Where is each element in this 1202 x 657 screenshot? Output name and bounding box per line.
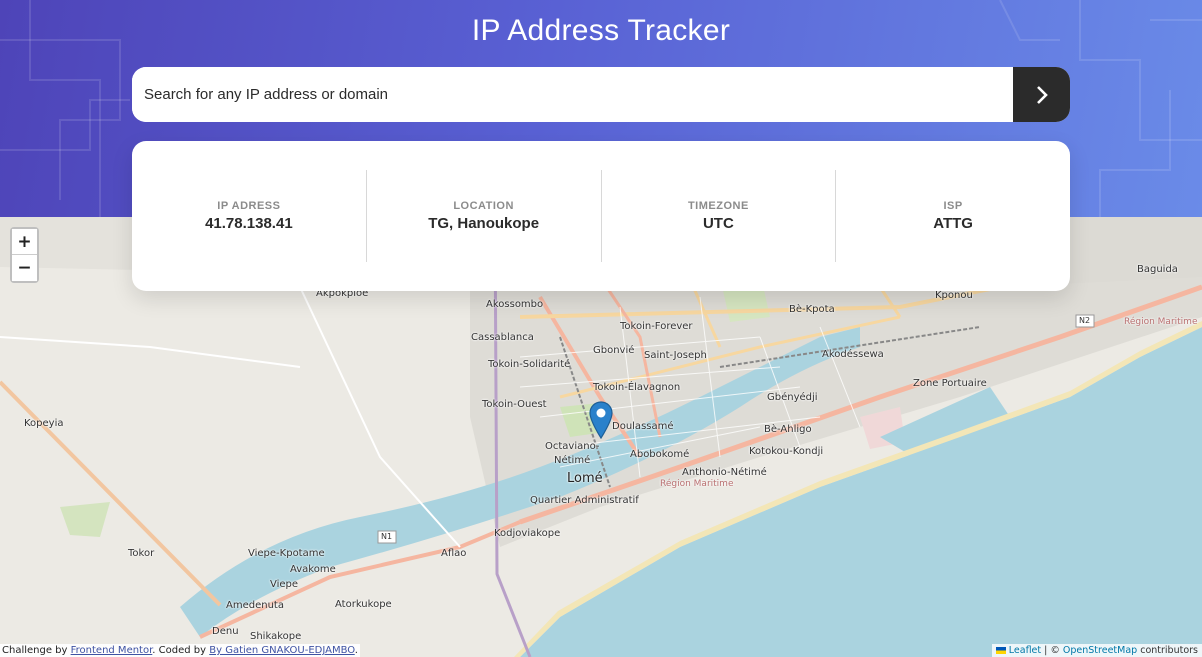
map-label: Denu — [212, 626, 239, 637]
timezone-label: TIMEZONE — [687, 200, 749, 212]
map-label: Amedenuta — [226, 600, 284, 611]
search-bar — [132, 67, 1070, 122]
map-label: Kponou — [935, 290, 973, 301]
map-label: Tokor — [128, 548, 155, 559]
ip-value: 41.78.138.41 — [205, 215, 293, 232]
map-label: Shikakope — [250, 631, 302, 642]
search-input[interactable] — [132, 67, 1013, 122]
map-attribution: Leaflet | © OpenStreetMap contributors — [991, 644, 1202, 657]
map-label: Gbényédji — [767, 392, 818, 403]
map-label: Abobokomé — [630, 449, 690, 460]
chevron-right-icon — [1036, 85, 1048, 104]
map-label: Quartier Administratif — [530, 495, 639, 506]
osm-link[interactable]: OpenStreetMap — [1063, 645, 1137, 656]
map-label-region: Région Maritime — [660, 479, 734, 489]
map-label: Nétimé — [554, 455, 591, 466]
map-label: Zone Portuaire — [913, 378, 987, 389]
map-label: Tokoin-Solidarité — [488, 359, 571, 370]
leaflet-link[interactable]: Leaflet — [1009, 645, 1041, 656]
credit-mid: . Coded by — [152, 645, 210, 656]
map-label: Baguida — [1137, 264, 1178, 275]
map-label: Akossombo — [486, 299, 544, 310]
map-label: Bè-Kpota — [789, 304, 835, 315]
map-label: Viepe — [270, 579, 299, 590]
info-card: IP ADRESS 41.78.138.41 LOCATION TG, Hano… — [132, 141, 1070, 291]
ukraine-flag-icon — [995, 647, 1006, 654]
attribution-sep: | © — [1041, 645, 1063, 656]
info-ip: IP ADRESS 41.78.138.41 — [132, 170, 367, 262]
road-shield: N2 — [1079, 316, 1091, 325]
ip-label: IP ADRESS — [217, 200, 281, 212]
map-label-region: Région Maritime — [1124, 317, 1198, 327]
map-label: Tokoin-Ouest — [482, 399, 547, 410]
map-label: Aflao — [441, 548, 467, 559]
credit-suffix: . — [354, 645, 358, 656]
map-label: Gbonvié — [593, 345, 635, 356]
info-isp: ISP ATTG — [836, 170, 1070, 262]
map-label: Tokoin-Forever — [620, 321, 693, 332]
map-label: Tokoin-Élavagnon — [593, 382, 681, 393]
map-label: Kodjoviakope — [494, 528, 561, 539]
map-label: Cassablanca — [471, 332, 534, 343]
map-label: Bè-Ahligo — [764, 424, 812, 435]
info-timezone: TIMEZONE UTC — [602, 170, 837, 262]
attribution-contributors: contributors — [1137, 645, 1198, 656]
road-shield: N1 — [381, 532, 393, 541]
map-label: Akodéssewa — [822, 349, 884, 360]
author-link[interactable]: By Gatien GNAKOU-EDJAMBO — [209, 645, 355, 656]
search-button[interactable] — [1013, 67, 1070, 122]
page-title: IP Address Tracker — [471, 14, 731, 47]
timezone-value: UTC — [702, 215, 734, 232]
zoom-control: + − — [10, 227, 39, 283]
isp-value: ATTG — [933, 215, 973, 232]
map-label-city: Lomé — [567, 471, 603, 486]
zoom-out-button[interactable]: − — [12, 255, 37, 281]
map-label: Anthonio-Nétimé — [682, 467, 767, 478]
map-label: Doulassamé — [612, 421, 674, 432]
map-label: Octaviano- — [545, 441, 600, 452]
map-label: Atorkukope — [335, 599, 392, 610]
map-label: Kotokou-Kondji — [749, 446, 824, 457]
map-label: Saint-Joseph — [644, 350, 707, 361]
footer-credit: Challenge by Frontend Mentor. Coded by B… — [0, 644, 360, 657]
frontend-mentor-link[interactable]: Frontend Mentor — [71, 645, 153, 656]
map-label: Avakome — [290, 564, 336, 575]
map-label: Kopeyia — [24, 418, 64, 429]
zoom-in-button[interactable]: + — [12, 229, 37, 255]
map-label: Viepe-Kpotame — [248, 548, 325, 559]
location-value: TG, Hanoukope — [428, 215, 540, 232]
isp-label: ISP — [943, 200, 963, 212]
info-location: LOCATION TG, Hanoukope — [367, 170, 602, 262]
credit-prefix: Challenge by — [2, 645, 71, 656]
location-label: LOCATION — [453, 200, 514, 212]
